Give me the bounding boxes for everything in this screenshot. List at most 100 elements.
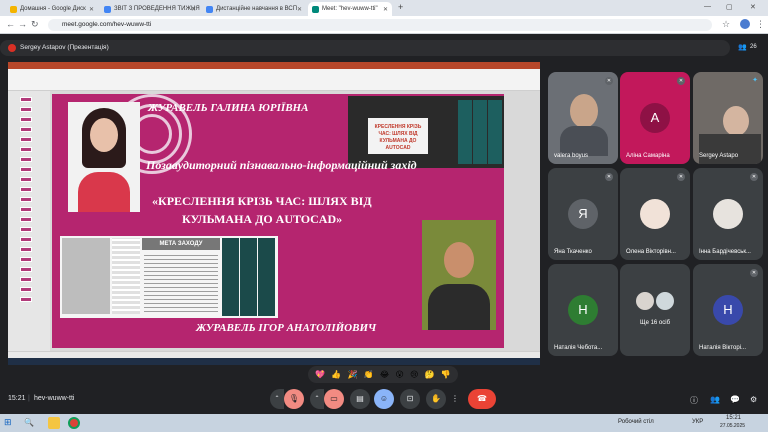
participant-name: Інна Бардічевськ...	[699, 249, 751, 255]
participant-name: Sergey Astapo	[699, 153, 739, 159]
reaction-thinking[interactable]: 🤔	[425, 370, 435, 379]
reaction-thumbs-up[interactable]: 👍	[331, 370, 341, 379]
close-icon[interactable]: ✕	[297, 6, 302, 13]
participant-tile[interactable]: Я ✕ Яна Ткаченко	[548, 168, 618, 260]
info-icon[interactable]: ⓘ	[690, 395, 698, 406]
more-participants-label: Ще 16 осіб	[639, 320, 671, 326]
reaction-surprised[interactable]: 😮	[396, 370, 404, 379]
leave-call-button[interactable]: ☎	[468, 389, 496, 409]
reaction-heart[interactable]: 💖	[315, 370, 325, 379]
chat-icon[interactable]: 💬	[730, 395, 740, 404]
participant-photo-avatar	[636, 292, 654, 310]
participant-tile[interactable]: А ✕ Аліна Самаріна	[620, 72, 690, 164]
slide-thumbnail	[20, 207, 32, 212]
reaction-party[interactable]: 🎉	[348, 370, 358, 379]
goal-text-lines	[144, 254, 218, 312]
participant-avatar: Я	[568, 199, 598, 229]
slide-thumbnail	[20, 217, 32, 222]
reactions-button[interactable]: ☺	[374, 389, 394, 409]
close-icon[interactable]: ✕	[191, 6, 196, 13]
search-icon[interactable]: 🔍	[24, 418, 34, 427]
file-explorer-icon[interactable]	[48, 417, 60, 429]
tab-report[interactable]: ЗВІТ З ПРОВЕДЕННЯ ТИЖНЯ ✕	[100, 2, 200, 16]
reaction-thumbs-down[interactable]: 👎	[441, 370, 451, 379]
close-window-icon[interactable]: ✕	[750, 3, 756, 11]
participant-video-body	[560, 126, 608, 156]
maximize-icon[interactable]: ▢	[726, 3, 733, 11]
slide-name-top: ЖУРАВЕЛЬ ГАЛИНА ЮРІЇВНА	[148, 102, 309, 114]
reaction-laugh[interactable]: 😂	[380, 370, 389, 379]
goal-heading: МЕТА ЗАХОДУ	[142, 238, 220, 250]
ppt-slide-thumbnails	[8, 91, 50, 351]
slide-thumbnail	[20, 147, 32, 152]
participant-photo-avatar	[640, 199, 670, 229]
meeting-time: 15:21	[8, 395, 26, 402]
presenter-avatar	[8, 44, 16, 52]
slide-thumbnail	[20, 97, 32, 102]
windows-start-icon[interactable]: ⊞	[4, 417, 12, 428]
participant-tile[interactable]: ✕ Інна Бардічевськ...	[693, 168, 763, 260]
minimize-icon[interactable]: —	[704, 3, 711, 10]
bookmark-star-icon[interactable]: ☆	[722, 19, 730, 30]
tab-meet[interactable]: Meet: "hev-wuww-tti" ✕	[308, 2, 392, 16]
participant-tile[interactable]: Н ✕ Наталія Вікторі...	[693, 264, 763, 356]
present-button[interactable]: ⊡	[400, 389, 420, 409]
mic-off-icon: ✕	[605, 77, 613, 85]
reaction-clap[interactable]: 👏	[364, 370, 374, 379]
participant-tile[interactable]: ✕ valera boyus	[548, 72, 618, 164]
forward-icon[interactable]: →	[18, 19, 27, 29]
close-icon[interactable]: ✕	[383, 6, 388, 13]
address-bar[interactable]: meet.google.com/hev-wuww-tti	[48, 19, 712, 31]
close-icon[interactable]: ✕	[89, 6, 94, 13]
chrome-icon[interactable]	[68, 417, 80, 429]
ppt-titlebar	[8, 62, 540, 69]
mic-off-button[interactable]: 🎙	[284, 389, 304, 409]
more-participants-tile[interactable]: Ще 16 осіб	[620, 264, 690, 356]
participant-name: Яна Ткаченко	[554, 249, 592, 255]
slide-thumbnail	[20, 287, 32, 292]
tab-google-drive[interactable]: Домашня - Google Диск ✕	[6, 2, 98, 16]
reaction-sad[interactable]: 😢	[410, 370, 418, 379]
ppt-ribbon	[8, 69, 540, 91]
video-thumbnails-grid	[222, 238, 276, 316]
mic-off-icon: ✕	[677, 77, 685, 85]
meeting-code: hev-wuww-tti	[34, 395, 75, 402]
participant-tile[interactable]: Н Наталія Чебота...	[548, 264, 618, 356]
profile-avatar[interactable]	[740, 19, 750, 29]
people-panel-icon[interactable]: 👥	[710, 395, 720, 404]
tab-label: Meet: "hev-wuww-tti"	[322, 6, 378, 12]
face-shape	[90, 118, 118, 152]
tab-label: ЗВІТ З ПРОВЕДЕННЯ ТИЖНЯ	[114, 6, 200, 12]
camera-off-button[interactable]: ▭	[324, 389, 344, 409]
participant-tile[interactable]: ✕ Олена Вікторівн...	[620, 168, 690, 260]
participant-avatar: Н	[713, 295, 743, 325]
audio-activity-icon: ✦	[752, 77, 758, 84]
menu-dots-icon[interactable]: ⋮	[756, 19, 765, 30]
more-options-icon[interactable]: ⋮	[450, 389, 460, 409]
slide-thumbnail	[20, 107, 32, 112]
new-tab-button[interactable]: +	[398, 2, 403, 12]
meet-icon	[312, 5, 319, 13]
ppt-statusbar	[8, 351, 540, 358]
video-options-chevron-icon[interactable]: ⌃	[310, 389, 324, 409]
slide-subtitle: Позааудиторний пізнавально-інформаційний…	[146, 158, 417, 172]
face-shape	[444, 242, 474, 278]
reload-icon[interactable]: ↻	[31, 19, 39, 30]
slide-thumbnail	[20, 177, 32, 182]
raise-hand-button[interactable]: ✋	[426, 389, 446, 409]
language-indicator[interactable]: УКР	[692, 419, 703, 425]
participant-tile[interactable]: ✦ Sergey Astapo	[693, 72, 763, 164]
tab-label: Домашня - Google Диск	[20, 6, 86, 12]
slide-thumbnail	[20, 277, 32, 282]
tab-distance-learning[interactable]: Дистанційне навчання в ВСП ✕	[202, 2, 306, 16]
people-icon[interactable]: 👥	[738, 43, 747, 51]
captions-button[interactable]: ▤	[350, 389, 370, 409]
activities-icon[interactable]: ⚙	[750, 395, 757, 404]
audio-options-chevron-icon[interactable]: ⌃	[270, 389, 284, 409]
back-icon[interactable]: ←	[6, 19, 15, 29]
participant-video	[723, 106, 749, 136]
mic-off-icon: ✕	[605, 173, 613, 181]
slide-thumbnail	[20, 297, 32, 302]
presenter-bar	[0, 40, 730, 56]
desktop-label[interactable]: Робочий стіл	[618, 419, 654, 425]
